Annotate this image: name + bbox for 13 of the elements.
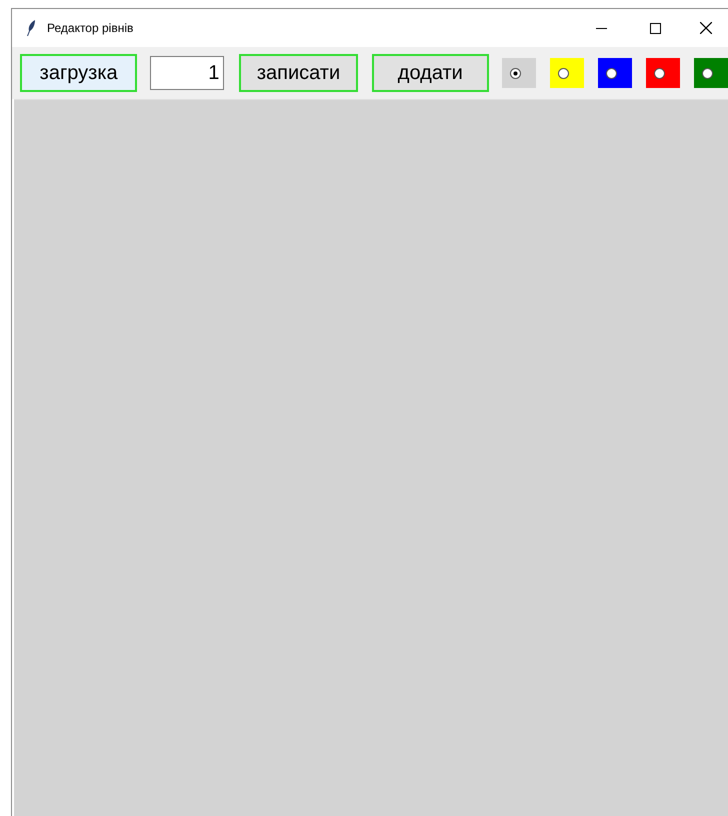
color-radio[interactable]: [502, 58, 536, 88]
add-button[interactable]: додати: [372, 54, 489, 92]
load-button[interactable]: загрузка: [20, 54, 138, 92]
color-radio[interactable]: [646, 58, 680, 88]
save-button[interactable]: записати: [239, 54, 358, 92]
close-icon: [700, 22, 712, 34]
window-title: Редактор рівнів: [47, 20, 134, 37]
color-radio[interactable]: [694, 58, 728, 88]
color-radio[interactable]: [598, 58, 632, 88]
color-radio[interactable]: [550, 58, 584, 88]
feather-icon: [26, 20, 36, 36]
level-field[interactable]: 1: [150, 56, 224, 90]
maximize-icon: [650, 22, 660, 34]
